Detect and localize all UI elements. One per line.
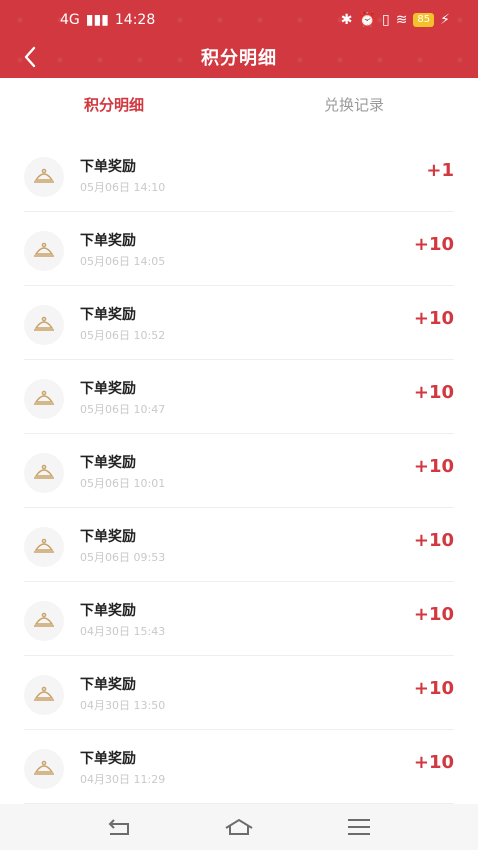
list-item[interactable]: 下单奖励 05月06日 10:47 +10 — [24, 360, 454, 434]
avatar — [24, 231, 64, 271]
record-points: +10 — [413, 678, 454, 699]
record-points: +10 — [413, 382, 454, 403]
cloche-icon — [34, 242, 54, 257]
cloche-icon — [34, 464, 54, 479]
list-item[interactable]: 下单奖励 05月06日 10:01 +10 — [24, 434, 454, 508]
cloche-icon — [34, 686, 54, 701]
menu-icon — [348, 819, 370, 835]
network-indicator: 4G — [60, 12, 80, 28]
record-label: 下单奖励 — [80, 381, 136, 397]
system-menu-button[interactable] — [344, 816, 374, 838]
record-points: +10 — [413, 234, 454, 255]
status-bar: 4G ▮▮▮ 14:28 ✱ ⏰ ▯ ≋ 85 ⚡ — [0, 10, 478, 34]
avatar — [24, 305, 64, 345]
record-time: 05月06日 14:10 — [80, 181, 166, 194]
record-points: +10 — [413, 308, 454, 329]
back-arrow-icon — [108, 819, 129, 835]
list-item[interactable]: 下单奖励 05月06日 14:10 +1 — [24, 138, 454, 212]
avatar — [24, 749, 64, 789]
record-time: 05月06日 09:53 — [80, 551, 166, 564]
record-points: +10 — [413, 456, 454, 477]
record-time: 05月06日 14:05 — [80, 255, 166, 268]
record-label: 下单奖励 — [80, 233, 136, 249]
home-icon — [225, 818, 253, 835]
record-time: 04月30日 15:43 — [80, 625, 166, 638]
record-points: +10 — [413, 752, 454, 773]
status-time: 14:28 — [114, 12, 156, 28]
record-time: 04月30日 11:29 — [80, 773, 166, 786]
record-label: 下单奖励 — [80, 307, 136, 323]
avatar — [24, 157, 64, 197]
avatar — [24, 675, 64, 715]
signal-icon: ▮▮▮ — [85, 12, 109, 28]
list-item[interactable]: 下单奖励 04月30日 11:29 +10 — [24, 730, 454, 804]
avatar — [24, 601, 64, 641]
battery-level: 85 — [413, 13, 435, 27]
list-item[interactable]: 下单奖励 05月06日 14:05 +10 — [24, 212, 454, 286]
tab-points-detail[interactable]: 积分明细 — [84, 94, 144, 115]
record-label: 下单奖励 — [80, 159, 136, 175]
avatar — [24, 527, 64, 567]
bluetooth-icon: ✱ — [340, 12, 353, 28]
points-record-list: 下单奖励 05月06日 14:10 +1 下单奖励 05月06日 14:05 +… — [0, 138, 478, 804]
record-label: 下单奖励 — [80, 751, 136, 767]
wifi-icon: ≋ — [395, 12, 408, 28]
record-points: +10 — [413, 530, 454, 551]
record-label: 下单奖励 — [80, 455, 136, 471]
vibrate-icon: ▯ — [381, 12, 390, 28]
charging-icon: ⚡ — [440, 12, 450, 28]
system-nav-bar — [0, 804, 478, 850]
record-label: 下单奖励 — [80, 603, 136, 619]
record-time: 05月06日 10:01 — [80, 477, 166, 490]
cloche-icon — [34, 316, 54, 331]
page-title: 积分明细 — [201, 48, 277, 69]
header: 4G ▮▮▮ 14:28 ✱ ⏰ ▯ ≋ 85 ⚡ 积分明细 — [0, 0, 478, 78]
record-time: 05月06日 10:47 — [80, 403, 166, 416]
record-points: +1 — [426, 160, 454, 181]
tabs: 积分明细 兑换记录 — [0, 78, 478, 132]
avatar — [24, 453, 64, 493]
cloche-icon — [34, 612, 54, 627]
system-back-button[interactable] — [104, 816, 134, 838]
record-label: 下单奖励 — [80, 677, 136, 693]
cloche-icon — [34, 168, 54, 183]
record-points: +10 — [413, 604, 454, 625]
avatar — [24, 379, 64, 419]
record-time: 05月06日 10:52 — [80, 329, 166, 342]
record-time: 04月30日 13:50 — [80, 699, 166, 712]
cloche-icon — [34, 760, 54, 775]
cloche-icon — [34, 390, 54, 405]
cloche-icon — [34, 538, 54, 553]
list-item[interactable]: 下单奖励 05月06日 09:53 +10 — [24, 508, 454, 582]
list-item[interactable]: 下单奖励 04月30日 15:43 +10 — [24, 582, 454, 656]
list-item[interactable]: 下单奖励 04月30日 13:50 +10 — [24, 656, 454, 730]
record-label: 下单奖励 — [80, 529, 136, 545]
system-home-button[interactable] — [224, 816, 254, 838]
list-item[interactable]: 下单奖励 05月06日 10:52 +10 — [24, 286, 454, 360]
tab-exchange-records[interactable]: 兑换记录 — [324, 94, 384, 115]
alarm-icon: ⏰ — [358, 12, 376, 28]
